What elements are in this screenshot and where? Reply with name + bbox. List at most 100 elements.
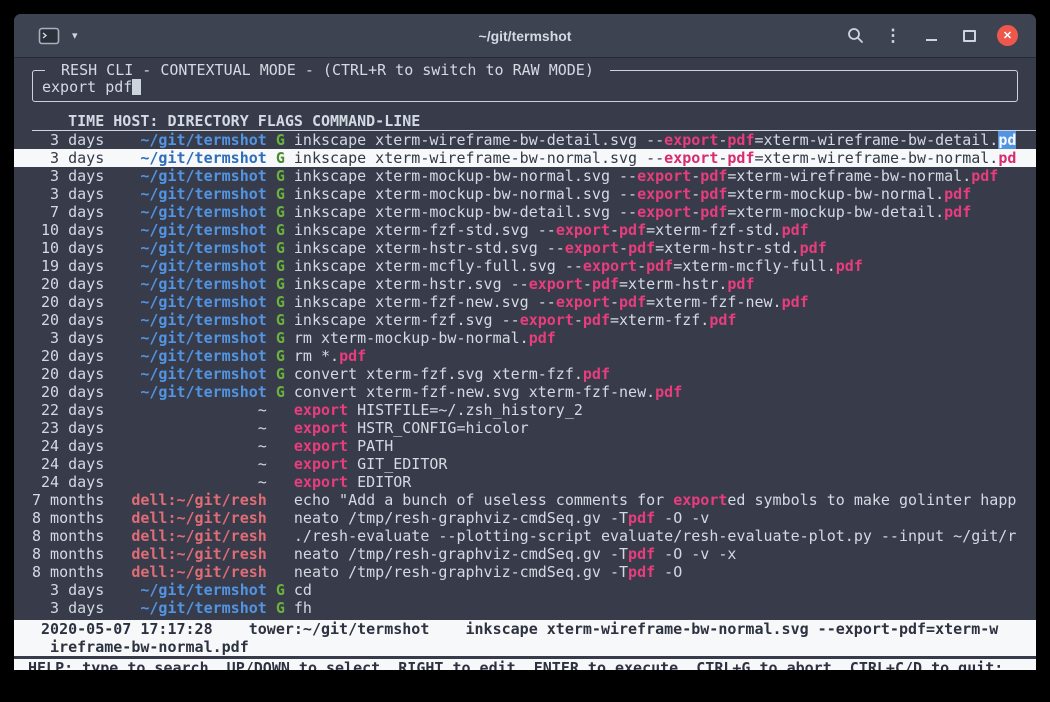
match-highlight: pdf [944,185,971,203]
minimize-button[interactable] [912,22,950,50]
chevron-down-icon[interactable]: ▾ [70,27,80,44]
history-row[interactable]: 3 days ~/git/termshot G fh [14,599,1036,617]
pad [104,455,258,473]
time-cell: 7 months [32,491,104,509]
history-row[interactable]: 24 days ~ export GIT_EDITOR [14,455,1036,473]
command-segment: inkscape xterm-fzf-std.svg -- [294,221,556,239]
history-row[interactable]: 7 months dell:~/git/resh echo "Add a bun… [14,491,1036,509]
command-text: export HSTR_CONFIG=hicolor [294,419,529,437]
time-cell: 24 days [32,473,104,491]
pad [104,239,140,257]
history-row[interactable]: 8 months dell:~/git/resh neato /tmp/resh… [14,509,1036,527]
pad [104,131,140,149]
command-text: inkscape xterm-mockup-bw-detail.svg --ex… [294,203,971,221]
history-row[interactable]: 3 days ~/git/termshot G inkscape xterm-w… [14,149,1036,167]
flags-cell [276,455,285,473]
pad [267,437,276,455]
pad [267,509,276,527]
command-segment: - [691,185,700,203]
pad [267,347,276,365]
history-row[interactable]: 23 days ~ export HSTR_CONFIG=hicolor [14,419,1036,437]
history-row[interactable]: 19 days ~/git/termshot G inkscape xterm-… [14,257,1036,275]
time-cell: 8 months [32,563,104,581]
pad [267,455,276,473]
match-highlight: pdf [944,203,971,221]
host-cell: dell:~/git/resh [131,527,266,545]
search-input[interactable]: export pdf [42,78,1008,96]
command-segment: - [610,221,619,239]
flags-cell [276,545,285,563]
menu-button[interactable]: ⋮ [874,22,912,50]
command-segment: =xterm-fzf-new. [646,293,781,311]
pad [285,419,294,437]
match-highlight: pdf [628,509,655,527]
match-highlight: pdf [529,329,556,347]
match-highlight: pdf [727,275,754,293]
history-row[interactable]: 8 months dell:~/git/resh ./resh-evaluate… [14,527,1036,545]
host-cell: dell:~/git/resh [131,509,266,527]
time-cell: 10 days [32,221,104,239]
new-terminal-button[interactable] [36,26,62,46]
pad [285,347,294,365]
history-row[interactable]: 3 days ~/git/termshot G inkscape xterm-m… [14,185,1036,203]
history-row[interactable]: 3 days ~/git/termshot G inkscape xterm-m… [14,167,1036,185]
history-row[interactable]: 24 days ~ export PATH [14,437,1036,455]
history-row[interactable]: 8 months dell:~/git/resh neato /tmp/resh… [14,545,1036,563]
restore-button[interactable] [950,22,988,50]
pad [104,581,140,599]
flags-cell: G [276,365,285,383]
history-row[interactable]: 3 days ~/git/termshot G cd [14,581,1036,599]
pad [285,581,294,599]
history-row[interactable]: 20 days ~/git/termshot G inkscape xterm-… [14,311,1036,329]
history-row[interactable]: 8 months dell:~/git/resh neato /tmp/resh… [14,563,1036,581]
history-row[interactable]: 20 days ~/git/termshot G rm *.pdf [14,347,1036,365]
match-highlight: pdf [800,239,827,257]
match-highlight: export [637,203,691,221]
match-highlight: pdf [655,383,682,401]
command-text: inkscape xterm-hstr-std.svg --export-pdf… [294,239,827,257]
pad [285,329,294,347]
command-segment: =xterm-mockup-bw-detail. [727,203,944,221]
history-row[interactable]: 22 days ~ export HISTFILE=~/.zsh_history… [14,401,1036,419]
host-cell: ~/git/termshot [140,329,266,347]
match-highlight: pdf [628,563,655,581]
command-segment: inkscape xterm-mockup-bw-normal.svg -- [294,167,637,185]
history-row[interactable]: 10 days ~/git/termshot G inkscape xterm-… [14,221,1036,239]
pad [104,491,131,509]
history-row[interactable]: 20 days ~/git/termshot G inkscape xterm-… [14,275,1036,293]
pad [104,185,140,203]
history-row[interactable]: 20 days ~/git/termshot G convert xterm-f… [14,365,1036,383]
pad [285,167,294,185]
history-row[interactable]: 7 days ~/git/termshot G inkscape xterm-m… [14,203,1036,221]
close-icon: ✕ [1003,29,1012,42]
close-button[interactable]: ✕ [997,25,1018,46]
time-cell: 7 days [32,203,104,221]
pad [285,311,294,329]
history-row[interactable]: 10 days ~/git/termshot G inkscape xterm-… [14,239,1036,257]
time-cell: 3 days [32,149,104,167]
host-cell: ~/git/termshot [140,167,266,185]
command-segment: inkscape xterm-fzf.svg -- [294,311,520,329]
history-row[interactable]: 20 days ~/git/termshot G inkscape xterm-… [14,293,1036,311]
minimize-icon [926,39,937,41]
command-text: inkscape xterm-wireframe-bw-detail.svg -… [294,131,1016,149]
time-cell: 3 days [32,581,104,599]
truncated-highlight: pd [998,131,1016,149]
history-row[interactable]: 3 days ~/git/termshot G inkscape xterm-w… [14,131,1036,149]
match-highlight: export [637,167,691,185]
host-cell: dell:~/git/resh [131,491,266,509]
host-cell: ~ [258,419,267,437]
match-highlight: pdf [628,239,655,257]
host-cell: ~/git/termshot [140,257,266,275]
pad [285,293,294,311]
history-row[interactable]: 24 days ~ export EDITOR [14,473,1036,491]
titlebar-right-group: ⋮ ✕ [836,22,1036,50]
history-row[interactable]: 20 days ~/git/termshot G convert xterm-f… [14,383,1036,401]
pad [267,563,276,581]
command-text: export PATH [294,437,393,455]
host-cell: ~/git/termshot [140,203,266,221]
search-box[interactable]: RESH CLI - CONTEXTUAL MODE - (CTRL+R to … [32,70,1018,102]
match-highlight: pdf [619,221,646,239]
history-row[interactable]: 3 days ~/git/termshot G rm xterm-mockup-… [14,329,1036,347]
search-button[interactable] [836,22,874,50]
